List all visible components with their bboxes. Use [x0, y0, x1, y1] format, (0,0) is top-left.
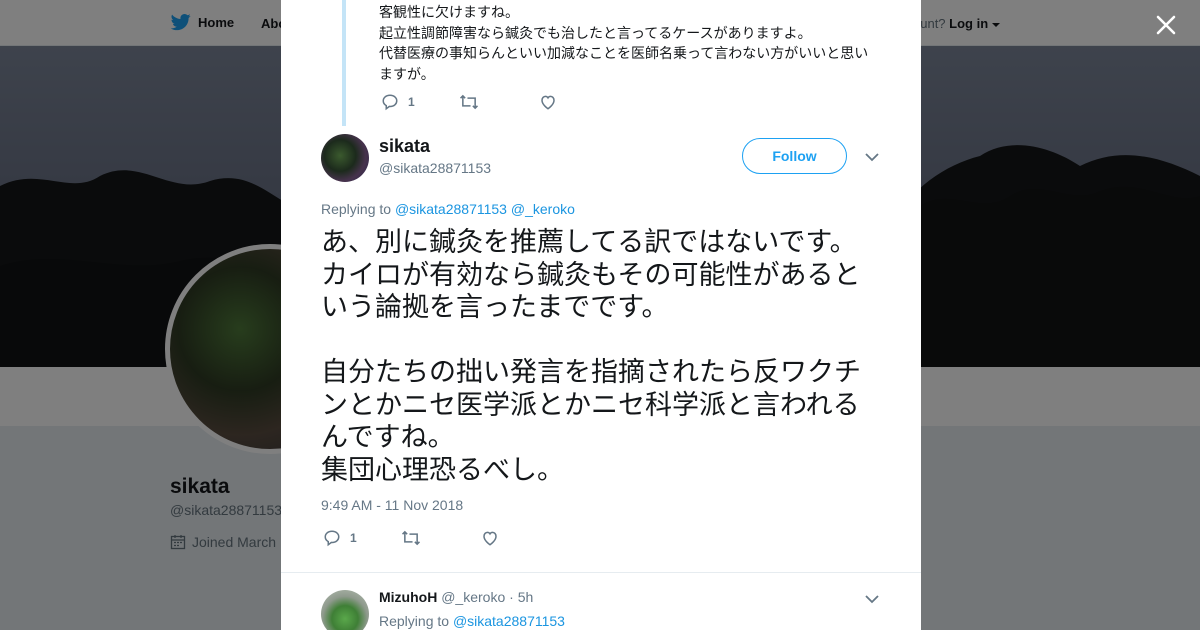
reply-button[interactable]: 1	[381, 93, 459, 111]
text-line: んですね。	[321, 422, 455, 452]
reply-time[interactable]: 5h	[518, 589, 534, 605]
reply-button[interactable]: 1	[323, 529, 401, 547]
replying-prefix: Replying to	[321, 201, 392, 217]
replying-to-link[interactable]: @sikata28871153	[453, 613, 565, 629]
heart-icon	[483, 531, 497, 546]
author-avatar[interactable]	[321, 134, 369, 182]
reply-count: 1	[408, 95, 415, 109]
reply-time-separator: ·	[509, 589, 514, 605]
text-line: ンとかニセ医学派とかニセ科学派と言われる	[321, 389, 860, 420]
reply-count: 1	[350, 531, 357, 545]
replying-to-link[interactable]: @sikata28871153	[395, 201, 507, 217]
text-line: あ、別に鍼灸を推薦してる訳ではないです。	[321, 227, 857, 257]
text-line: カイロが有効なら鍼灸もその可能性があると	[321, 259, 861, 290]
reply-replying-to: Replying to @sikata28871153	[379, 613, 565, 629]
text-line: いう論拠を言ったまでです。	[321, 292, 669, 322]
retweet-icon	[401, 530, 421, 546]
text-line: 自分たちの拙い発言を指摘されたら反ワクチ	[321, 357, 861, 387]
tweet-divider	[281, 572, 921, 573]
retweet-button[interactable]	[401, 529, 481, 547]
like-button[interactable]	[481, 529, 499, 547]
retweet-icon	[459, 94, 479, 110]
text-line: ますが。	[379, 65, 435, 82]
text-line: 集団心理恐るべし。	[321, 454, 564, 485]
reply-icon	[324, 530, 340, 547]
reply-author-avatar[interactable]	[321, 590, 369, 630]
reply-header: MizuhoH @_keroko · 5h	[379, 589, 533, 605]
close-icon	[1156, 15, 1176, 35]
tweet-actions: 1	[323, 529, 499, 547]
thread-connector	[342, 0, 346, 126]
follow-button[interactable]: Follow	[742, 138, 847, 174]
reply-author-name[interactable]: MizuhoH	[379, 589, 437, 605]
retweet-button[interactable]	[459, 93, 539, 111]
reply-menu-button[interactable]	[865, 592, 879, 610]
tweet-timestamp[interactable]: 9:49 AM - 11 Nov 2018	[321, 497, 463, 513]
author-handle[interactable]: @sikata28871153	[379, 160, 491, 176]
text-line	[321, 324, 891, 357]
text-line: 起立性調節障害なら鍼灸でも治したと言ってるケースがありますよ。	[379, 24, 812, 41]
reply-icon	[382, 94, 398, 111]
text-line: 代替医療の事知らんといい加減なことを医師名乗って言わない方がいいと思い	[379, 45, 869, 61]
tweet-text: あ、別に鍼灸を推薦してる訳ではないです。 カイロが有効なら鍼灸もその可能性がある…	[321, 226, 891, 486]
reply-author-handle[interactable]: @_keroko	[441, 589, 505, 605]
previous-tweet-text: 客観性に欠けますね。 起立性調節障害なら鍼灸でも治したと言ってるケースがあります…	[379, 2, 879, 84]
text-line: 客観性に欠けますね。	[379, 4, 519, 20]
tweet-modal: 客観性に欠けますね。 起立性調節障害なら鍼灸でも治したと言ってるケースがあります…	[281, 0, 921, 630]
heart-icon	[541, 95, 555, 110]
close-button[interactable]	[1153, 12, 1179, 38]
tweet-menu-button[interactable]	[865, 150, 879, 168]
like-button[interactable]	[539, 93, 557, 111]
replying-to: Replying to @sikata28871153 @_keroko	[321, 201, 575, 217]
previous-tweet-actions: 1	[381, 93, 557, 111]
chevron-down-icon	[865, 153, 879, 162]
author-name[interactable]: sikata	[379, 136, 430, 157]
replying-prefix: Replying to	[379, 613, 450, 629]
replying-to-link[interactable]: @_keroko	[511, 201, 575, 217]
chevron-down-icon	[865, 595, 879, 604]
